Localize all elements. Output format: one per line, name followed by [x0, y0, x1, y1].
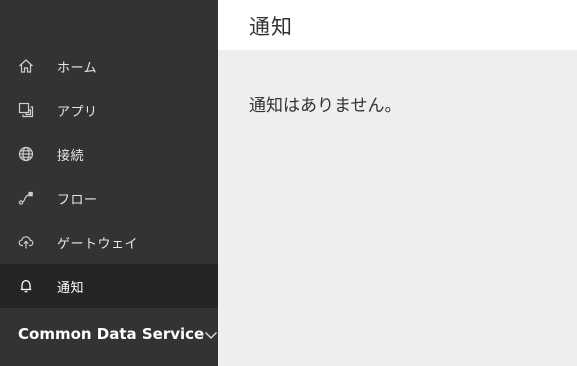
globe-icon — [17, 145, 35, 163]
sidebar: ホーム アプリ 接続 フロー ゲートウェイ 通知 Common Data Ser… — [0, 0, 218, 366]
main-content: 通知はありません。 — [218, 50, 577, 366]
sidebar-nav: ホーム アプリ 接続 フロー ゲートウェイ 通知 — [0, 44, 218, 308]
chevron-down-icon — [204, 327, 218, 341]
flow-icon — [17, 189, 35, 207]
sidebar-item-connections[interactable]: 接続 — [0, 132, 218, 176]
sidebar-item-flows[interactable]: フロー — [0, 176, 218, 220]
environment-name: Common Data Service — [18, 324, 205, 343]
apps-icon — [17, 101, 35, 119]
empty-state-message: 通知はありません。 — [249, 96, 402, 116]
cloud-upload-icon — [17, 233, 35, 251]
sidebar-item-label: 接続 — [57, 148, 85, 164]
sidebar-item-label: ゲートウェイ — [57, 236, 139, 252]
sidebar-item-notifications[interactable]: 通知 — [0, 264, 218, 308]
environment-selector[interactable]: Common Data Service — [0, 305, 218, 366]
app-window: ホーム アプリ 接続 フロー ゲートウェイ 通知 Common Data Ser… — [0, 0, 577, 366]
sidebar-item-label: ホーム — [57, 60, 98, 76]
sidebar-item-gateways[interactable]: ゲートウェイ — [0, 220, 218, 264]
sidebar-item-label: 通知 — [57, 280, 85, 296]
page-header: 通知 — [218, 0, 577, 50]
home-icon — [17, 57, 35, 75]
bell-icon — [17, 277, 35, 295]
sidebar-item-apps[interactable]: アプリ — [0, 88, 218, 132]
sidebar-item-home[interactable]: ホーム — [0, 44, 218, 88]
sidebar-item-label: フロー — [57, 192, 98, 208]
sidebar-item-label: アプリ — [57, 104, 98, 120]
page-title: 通知 — [249, 15, 293, 39]
